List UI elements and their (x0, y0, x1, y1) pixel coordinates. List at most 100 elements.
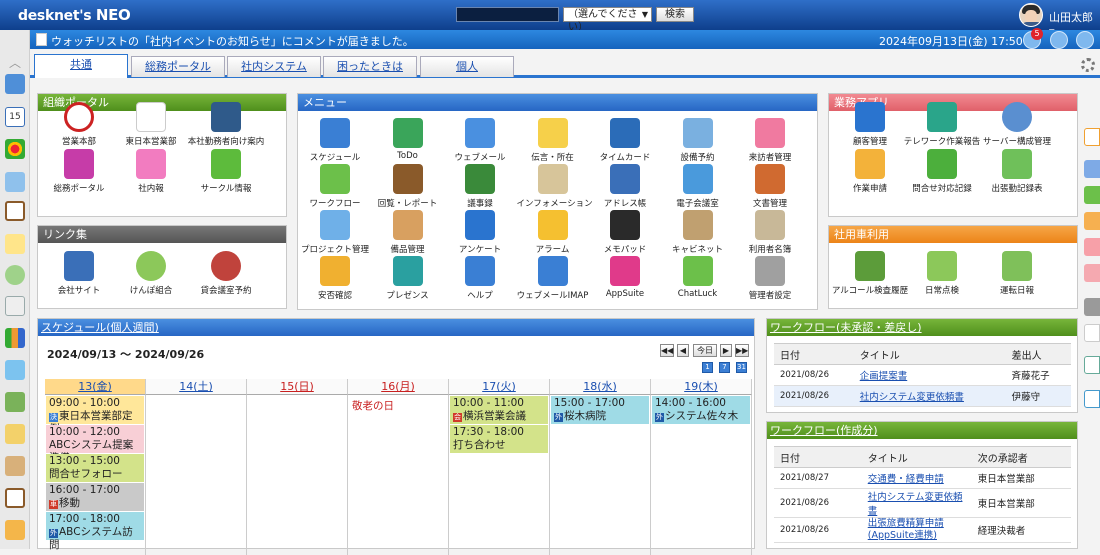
day-header-19[interactable]: 19(木) (651, 379, 752, 395)
day-view-icon[interactable]: 1 (702, 362, 713, 373)
chat-icon[interactable] (1050, 31, 1068, 49)
day-column-18[interactable]: 15:00 - 17:00 外桜木病院 (550, 395, 651, 555)
car-driving-log[interactable]: 運転日報 (976, 251, 1058, 296)
safety-icon[interactable] (5, 520, 25, 540)
menu-item[interactable]: 文書管理 (734, 164, 806, 209)
menu-item[interactable]: 管理者設定 (734, 256, 806, 301)
help-icon[interactable] (1084, 356, 1100, 374)
week-view-icon[interactable]: 7 (719, 362, 730, 373)
workflow-link[interactable]: 社内システム変更依頼書 (868, 492, 963, 517)
day-header-13[interactable]: 13(金) (45, 379, 146, 395)
user-status-icon[interactable] (1076, 31, 1094, 49)
menu-item[interactable]: ウェブメール (444, 118, 516, 163)
menu-item[interactable]: インフォメーション (517, 164, 593, 209)
menu-item[interactable]: メモパッド (589, 210, 661, 255)
schedule-event[interactable]: 10:00 - 11:00 会横浜営業会議 (450, 396, 548, 424)
menu-item[interactable]: ToDo (372, 118, 444, 161)
prev-day-button[interactable]: ◀ (677, 344, 689, 357)
app-attendance[interactable]: 出張勤記録表 (976, 149, 1058, 194)
menu-item[interactable]: AppSuite (589, 256, 661, 299)
link-company-site[interactable]: 会社サイト (38, 251, 120, 296)
chatbot-icon[interactable] (1084, 390, 1100, 408)
search-button[interactable]: 検索 (656, 7, 694, 22)
day-header-16[interactable]: 16(月) (348, 379, 449, 395)
car-alcohol[interactable]: アルコール検査履歴 (829, 251, 911, 296)
right-edge-tab-green[interactable] (1084, 186, 1100, 204)
next-week-button[interactable]: ▶▶ (735, 344, 749, 357)
visitor-icon[interactable] (5, 424, 25, 444)
notification-message[interactable]: ウォッチリストの「社内イベントのお知らせ」にコメントが届きました。 (51, 33, 414, 49)
app-telework[interactable]: テレワーク作業報告 (901, 102, 983, 147)
menu-item[interactable]: 回覧・レポート (372, 164, 444, 209)
report-icon[interactable] (5, 488, 25, 508)
schedule-event[interactable]: 14:00 - 16:00 外システム佐々木 (652, 396, 750, 424)
schedule-event[interactable]: 15:00 - 17:00 外桜木病院 (551, 396, 649, 424)
app-logo[interactable]: desknet's NEO (18, 6, 131, 24)
schedule-event[interactable]: 16:00 - 17:00 車移動 (46, 483, 144, 511)
portal-link-sales[interactable]: 営業本部 (38, 102, 120, 147)
document-management-icon[interactable] (5, 328, 25, 348)
workflow-link[interactable]: 出張旅費精算申請 (AppSuite連携) (868, 518, 944, 541)
right-edge-tab-rose[interactable] (1084, 264, 1100, 282)
menu-item[interactable]: アドレス帳 (589, 164, 661, 209)
tab-help[interactable]: 困ったときは (323, 56, 417, 77)
right-edge-memo-icon[interactable] (1084, 128, 1100, 146)
workflow-created-title[interactable]: ワークフロー(作成分) (770, 424, 878, 437)
pencil-icon[interactable] (1084, 324, 1100, 342)
portal-link-hq[interactable]: 本社勤務者向け案内 (185, 102, 267, 147)
appsuite-icon[interactable] (5, 139, 25, 159)
workflow-link[interactable]: 社内システム変更依頼書 (860, 392, 964, 403)
menu-item[interactable]: 議事録 (444, 164, 516, 209)
menu-item[interactable]: 来訪者管理 (734, 118, 806, 163)
search-input[interactable] (456, 7, 559, 22)
workflow-link[interactable]: 企画提案書 (860, 371, 908, 382)
day-column-17[interactable]: 10:00 - 11:00 会横浜営業会議 17:30 - 18:00 打ち合わせ (449, 395, 550, 555)
car-inspection[interactable]: 日常点検 (901, 251, 983, 296)
day-column-13[interactable]: 09:00 - 10:00決東日本営業部定例 10:00 - 12:00ABCシ… (45, 395, 146, 555)
menu-item[interactable]: キャビネット (662, 210, 734, 255)
gear-icon[interactable] (1081, 58, 1095, 72)
day-column-14[interactable] (146, 395, 247, 555)
table-row[interactable]: 2021/08/26 出張旅費精算申請 (AppSuite連携) 経理決裁者 (774, 517, 1071, 543)
chevron-up-icon[interactable]: ︿ (9, 54, 21, 71)
schedule-event[interactable]: 10:00 - 12:00ABCシステム提案準備 (46, 425, 144, 464)
memo-icon[interactable] (5, 234, 25, 254)
portal-link-east-sales[interactable]: 東日本営業部 (110, 102, 192, 147)
menu-item[interactable]: スケジュール (299, 118, 371, 163)
schedule-event[interactable]: 17:30 - 18:00 打ち合わせ (450, 425, 548, 453)
table-row[interactable]: 2021/08/26 企画提案書 斉藤花子 (774, 364, 1071, 386)
next-day-button[interactable]: ▶ (720, 344, 732, 357)
right-edge-tab-pink[interactable] (1084, 238, 1100, 256)
table-row[interactable]: 2021/08/26 社内システム変更依頼書 東日本営業部 (774, 488, 1071, 518)
tab-common[interactable]: 共通 (34, 54, 128, 78)
menu-item[interactable]: プレゼンス (372, 256, 444, 301)
menu-item[interactable]: 備品管理 (372, 210, 444, 255)
table-row[interactable]: 2021/08/26 社内システム変更依頼書 伊藤守 (774, 385, 1071, 407)
today-button[interactable]: 今日 (693, 344, 717, 357)
portal-icon[interactable] (5, 74, 25, 94)
table-row[interactable]: 2021/08/27 交通費・経費申請 東日本営業部 (774, 467, 1071, 489)
schedule-title-link[interactable]: スケジュール(個人週間) (41, 321, 159, 334)
right-edge-tab-orange[interactable] (1084, 212, 1100, 230)
info-icon[interactable] (5, 296, 25, 316)
link-meeting-room[interactable]: 貸会議室予約 (185, 251, 267, 296)
portal-link-general[interactable]: 総務ポータル (38, 149, 120, 194)
avatar[interactable] (1019, 3, 1043, 27)
day-header-17[interactable]: 17(火) (449, 379, 550, 395)
app-inquiry[interactable]: 問合せ対応記録 (901, 149, 983, 194)
right-edge-tab-blue[interactable] (1084, 160, 1100, 178)
schedule-event[interactable]: 17:00 - 18:00 外 ABCシステム訪問 (46, 512, 144, 551)
workflow-icon[interactable] (5, 265, 25, 285)
menu-item[interactable]: ヘルプ (444, 256, 516, 301)
day-header-18[interactable]: 18(水) (550, 379, 651, 395)
tab-general-affairs[interactable]: 総務ポータル (131, 56, 225, 77)
portal-link-circle[interactable]: サークル情報 (185, 149, 267, 194)
menu-item[interactable]: ウェブメールIMAP (517, 256, 589, 301)
address-book-icon[interactable] (5, 360, 25, 380)
menu-item[interactable]: 設備予約 (662, 118, 734, 163)
menu-item[interactable]: 利用者名簿 (734, 210, 806, 255)
workflow-link[interactable]: 交通費・経費申請 (868, 474, 944, 485)
portal-link-newsletter[interactable]: 社内報 (110, 149, 192, 194)
menu-item[interactable]: ワークフロー (299, 164, 371, 209)
menu-item[interactable]: 電子会議室 (662, 164, 734, 209)
